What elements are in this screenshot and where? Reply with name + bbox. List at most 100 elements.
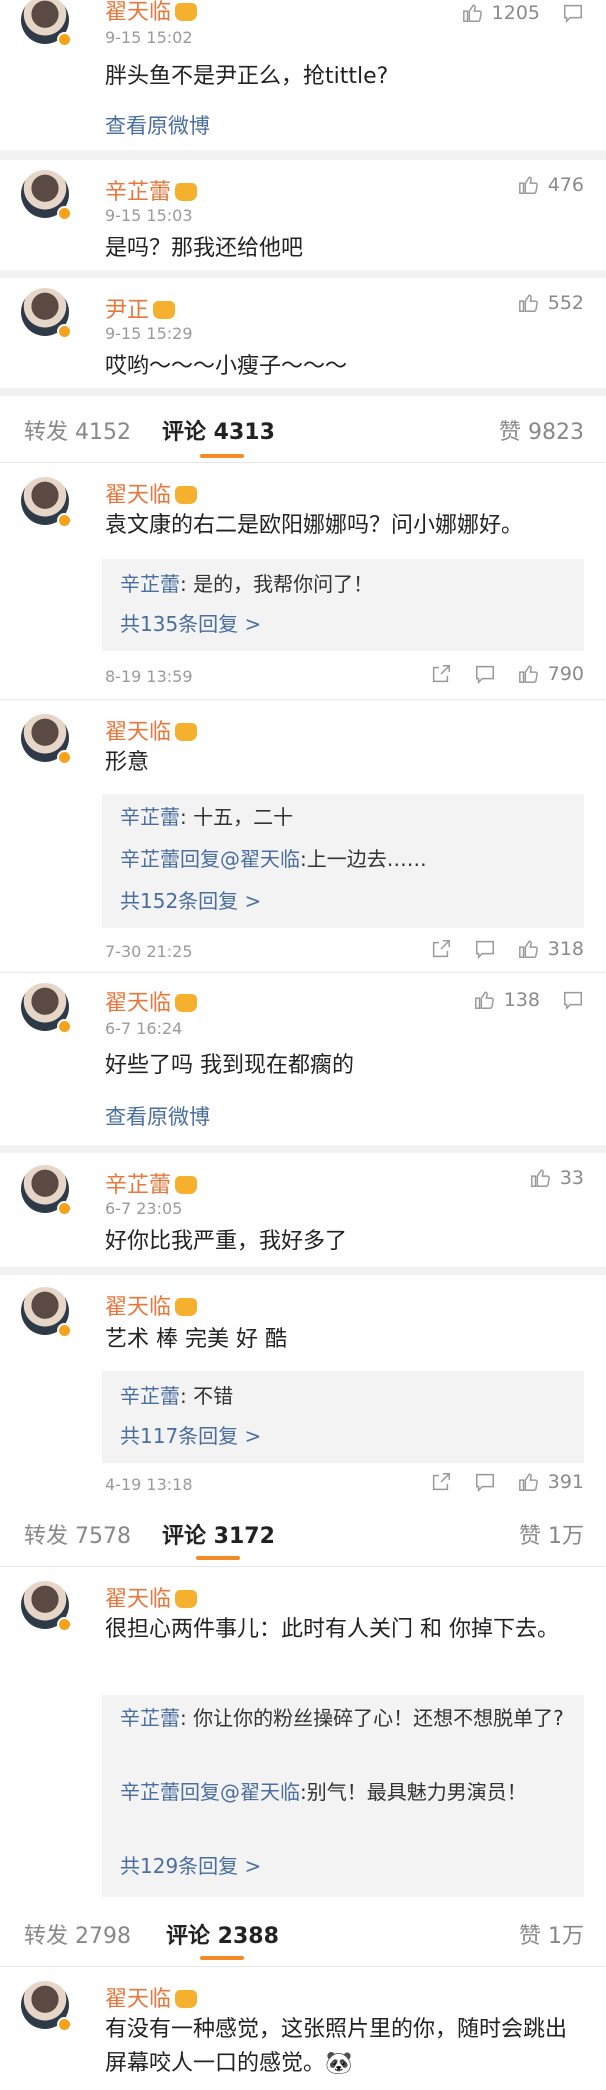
like-button[interactable]: 790 bbox=[518, 663, 584, 685]
tab-repost[interactable]: 转发 7578 bbox=[24, 1518, 131, 1550]
crown-icon bbox=[175, 1298, 198, 1316]
comment-text: 形意 bbox=[105, 750, 150, 775]
more-replies-link[interactable]: 共129条回复 > bbox=[120, 1851, 568, 1881]
like-button[interactable]: 552 bbox=[518, 292, 584, 314]
like-button[interactable]: 318 bbox=[518, 938, 584, 960]
like-count: 318 bbox=[547, 938, 584, 960]
comment-icon[interactable] bbox=[562, 2, 584, 24]
thumbs-up-icon bbox=[530, 1169, 550, 1187]
avatar[interactable] bbox=[21, 288, 72, 339]
reply-text: : 是的，我帮你问了！ bbox=[180, 572, 374, 596]
username[interactable]: 翟天临 bbox=[105, 1581, 198, 1613]
avatar[interactable] bbox=[21, 170, 72, 221]
timestamp: 7-30 21:25 bbox=[105, 942, 193, 961]
more-replies-link[interactable]: 共135条回复 > bbox=[120, 609, 568, 639]
username[interactable]: 尹正 bbox=[105, 292, 176, 324]
comment-actions: 1205 bbox=[462, 2, 584, 24]
active-tab-indicator bbox=[196, 1556, 240, 1560]
thumbs-up-icon bbox=[518, 1473, 538, 1491]
comment-text: 好些了吗 我到现在都瘸的 bbox=[105, 1053, 354, 1078]
username[interactable]: 辛芷蕾 bbox=[105, 174, 198, 206]
comment-icon[interactable] bbox=[562, 989, 584, 1011]
view-original-link[interactable]: 查看原微博 bbox=[105, 1101, 210, 1131]
tab-comment[interactable]: 评论 4313 bbox=[162, 414, 275, 446]
crown-icon bbox=[175, 3, 198, 21]
view-original-link[interactable]: 查看原微博 bbox=[105, 110, 210, 140]
like-count: 552 bbox=[547, 292, 584, 314]
share-icon[interactable] bbox=[430, 938, 452, 960]
avatar[interactable] bbox=[21, 1165, 72, 1216]
comment-card: 翟天临 有没有一种感觉，这张照片里的你，随时会跳出屏幕咬人一口的感觉。🐼 bbox=[0, 1967, 606, 2090]
like-button[interactable]: 138 bbox=[474, 989, 540, 1011]
thumbs-up-icon bbox=[518, 665, 538, 683]
like-button[interactable]: 1205 bbox=[462, 2, 540, 24]
reply-author[interactable]: 辛芷蕾 bbox=[120, 805, 180, 829]
comment-actions: 790 bbox=[430, 663, 584, 685]
username[interactable]: 翟天临 bbox=[105, 1981, 198, 2013]
verified-badge-icon bbox=[57, 2017, 72, 2032]
avatar[interactable] bbox=[21, 1287, 72, 1338]
stats-tab-bar: 转发 4152 评论 4313 赞 9823 bbox=[0, 396, 606, 462]
comment-text: 好你比我严重，我好多了 bbox=[105, 1229, 348, 1254]
avatar[interactable] bbox=[21, 1581, 72, 1632]
share-icon[interactable] bbox=[430, 663, 452, 685]
like-button[interactable]: 33 bbox=[530, 1167, 584, 1189]
like-button[interactable]: 391 bbox=[518, 1471, 584, 1493]
comment-card: 辛芷蕾 6-7 23:05 33 好你比我严重，我好多了 bbox=[0, 1153, 606, 1267]
reply-text: :别气！最具魅力男演员！ bbox=[300, 1780, 527, 1804]
like-button[interactable]: 476 bbox=[518, 174, 584, 196]
stats-tab-bar: 转发 7578 评论 3172 赞 1万 bbox=[0, 1500, 606, 1566]
username[interactable]: 翟天临 bbox=[105, 985, 198, 1017]
reply-author[interactable]: 辛芷蕾 bbox=[120, 1384, 180, 1408]
like-count: 790 bbox=[547, 663, 584, 685]
tab-like[interactable]: 赞 9823 bbox=[499, 414, 584, 446]
username[interactable]: 辛芷蕾 bbox=[105, 1167, 198, 1199]
avatar[interactable] bbox=[21, 714, 72, 765]
reply-box: 辛芷蕾: 是的，我帮你问了！ 共135条回复 > bbox=[102, 559, 584, 651]
avatar[interactable] bbox=[21, 477, 72, 528]
reply-line: 辛芷蕾: 是的，我帮你问了！ bbox=[120, 569, 568, 599]
verified-badge-icon bbox=[57, 1201, 72, 1216]
comment-text: 艺术 棒 完美 好 酷 bbox=[105, 1327, 287, 1352]
comment-icon[interactable] bbox=[474, 663, 496, 685]
avatar[interactable] bbox=[21, 983, 72, 1034]
comment-text: 胖头鱼不是尹正么，抢tittle? bbox=[105, 64, 389, 89]
tab-comment[interactable]: 评论 2388 bbox=[166, 1918, 279, 1950]
avatar[interactable] bbox=[21, 1981, 72, 2032]
reply-author[interactable]: 辛芷蕾回复@翟天临 bbox=[120, 1780, 300, 1804]
reply-text: : 不错 bbox=[180, 1384, 234, 1408]
timestamp: 6-7 16:24 bbox=[105, 1019, 183, 1038]
timestamp: 4-19 13:18 bbox=[105, 1475, 193, 1494]
timestamp: 9-15 15:02 bbox=[105, 28, 193, 47]
comment-icon[interactable] bbox=[474, 1471, 496, 1493]
tab-comment[interactable]: 评论 3172 bbox=[162, 1518, 275, 1550]
crown-icon bbox=[175, 1176, 198, 1194]
thumbs-up-icon bbox=[518, 176, 538, 194]
like-count: 476 bbox=[547, 174, 584, 196]
tab-like[interactable]: 赞 1万 bbox=[519, 1918, 584, 1950]
active-tab-indicator bbox=[200, 1956, 244, 1960]
tab-like[interactable]: 赞 1万 bbox=[519, 1518, 584, 1550]
reply-text: : 你让你的粉丝操碎了心！还想不想脱单了? bbox=[180, 1706, 564, 1730]
reply-line: 辛芷蕾回复@翟天临:别气！最具魅力男演员！ bbox=[120, 1777, 568, 1807]
comment-text: 是吗？那我还给他吧 bbox=[105, 236, 304, 261]
reply-author[interactable]: 辛芷蕾 bbox=[120, 1706, 180, 1730]
like-count: 1205 bbox=[491, 2, 540, 24]
username[interactable]: 翟天临 bbox=[105, 714, 198, 746]
more-replies-link[interactable]: 共117条回复 > bbox=[120, 1421, 568, 1451]
username[interactable]: 翟天临 bbox=[105, 477, 198, 509]
comment-icon[interactable] bbox=[474, 938, 496, 960]
username[interactable]: 翟天临 bbox=[105, 0, 198, 26]
thumbs-up-icon bbox=[474, 991, 494, 1009]
reply-author[interactable]: 辛芷蕾回复@翟天临 bbox=[120, 847, 300, 871]
reply-author[interactable]: 辛芷蕾 bbox=[120, 572, 180, 596]
more-replies-link[interactable]: 共152条回复 > bbox=[120, 886, 568, 916]
comment-actions: 318 bbox=[430, 938, 584, 960]
crown-icon bbox=[175, 183, 198, 201]
timestamp: 8-19 13:59 bbox=[105, 667, 193, 686]
tab-repost[interactable]: 转发 4152 bbox=[24, 414, 131, 446]
share-icon[interactable] bbox=[430, 1471, 452, 1493]
avatar[interactable] bbox=[21, 0, 72, 47]
username[interactable]: 翟天临 bbox=[105, 1289, 198, 1321]
tab-repost[interactable]: 转发 2798 bbox=[24, 1918, 131, 1950]
